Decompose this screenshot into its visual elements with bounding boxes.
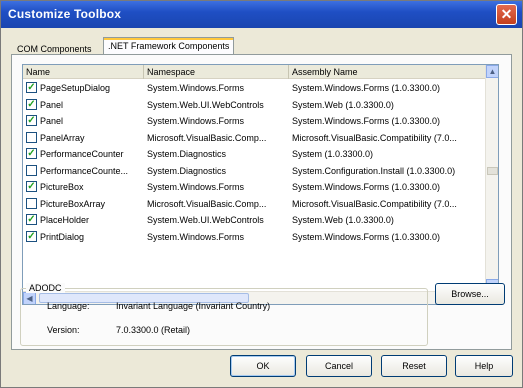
customize-toolbox-dialog: Customize Toolbox ✕ COM Components .NET … (0, 0, 523, 388)
title-bar[interactable]: Customize Toolbox ✕ (1, 1, 522, 28)
ok-button[interactable]: OK (230, 355, 296, 377)
scroll-up-icon[interactable]: ▲ (486, 65, 498, 78)
checkbox-unchecked[interactable] (26, 164, 37, 176)
help-button[interactable]: Help (455, 355, 513, 377)
vertical-scrollbar[interactable]: ▲ ▼ (485, 65, 498, 292)
close-button[interactable]: ✕ (496, 4, 517, 25)
column-header-namespace[interactable]: Namespace (144, 65, 289, 79)
cancel-button[interactable]: Cancel (306, 355, 372, 377)
browse-button[interactable]: Browse... (435, 283, 505, 305)
language-label: Language: (47, 301, 90, 311)
table-row[interactable]: ✓ PlaceHolder System.Web.UI.WebControls Sys… (23, 212, 487, 228)
group-title: ADODC (26, 283, 65, 293)
checkbox-checked[interactable]: ✓ (26, 115, 37, 126)
row-assembly: System (1.0.3300.0) (292, 149, 374, 159)
list-header: Name Namespace Assembly Name (23, 65, 487, 79)
version-value: 7.0.3300.0 (Retail) (116, 325, 191, 335)
row-namespace: System.Diagnostics (147, 149, 227, 159)
language-value: Invariant Language (Invariant Country) (116, 301, 271, 311)
table-row[interactable]: PictureBoxArray Microsoft.VisualBasic.Com… (23, 196, 487, 212)
tab-panel: Name Namespace Assembly Name ✓ PageSetupD… (11, 54, 512, 350)
row-assembly: System.Windows.Forms (1.0.3300.0) (292, 182, 441, 192)
row-name: PerformanceCounte... (40, 165, 129, 176)
row-name: PlaceHolder (40, 215, 90, 225)
checkbox-checked[interactable]: ✓ (26, 230, 37, 242)
checkbox-checked[interactable]: ✓ (26, 98, 37, 110)
row-assembly: Microsoft.VisualBasic.Compatibility (7.0… (292, 198, 457, 209)
checkbox-checked[interactable]: ✓ (26, 148, 37, 159)
checkbox-unchecked[interactable] (26, 197, 37, 209)
checkbox-checked[interactable]: ✓ (26, 181, 37, 192)
row-assembly: System.Web (1.0.3300.0) (292, 99, 394, 110)
row-name: PanelArray (40, 132, 85, 143)
row-namespace: System.Windows.Forms (147, 116, 245, 126)
table-row[interactable]: ✓ Panel System.Windows.Forms System.Windows… (23, 113, 487, 129)
row-assembly: System.Configuration.Install (1.0.3300.0… (292, 165, 456, 176)
checkbox-unchecked[interactable] (26, 131, 37, 143)
table-row[interactable]: ✓ PictureBox System.Windows.Forms System.Wi… (23, 179, 487, 195)
row-assembly: System.Windows.Forms (1.0.3300.0) (292, 231, 441, 242)
row-namespace: System.Web.UI.WebControls (147, 99, 264, 110)
close-icon: ✕ (500, 6, 513, 22)
row-name: Panel (40, 116, 64, 126)
table-row[interactable]: ✓ PageSetupDialog System.Windows.Forms Syst… (23, 80, 487, 96)
row-name: PageSetupDialog (40, 83, 111, 93)
table-row[interactable]: PanelArray Microsoft.VisualBasic.Comp... M… (23, 130, 487, 146)
row-namespace: Microsoft.VisualBasic.Comp... (147, 198, 267, 209)
column-header-assembly[interactable]: Assembly Name (289, 65, 487, 79)
reset-button[interactable]: Reset (381, 355, 447, 377)
window-title: Customize Toolbox (8, 7, 122, 21)
table-row[interactable]: ✓ PrintDialog System.Windows.Forms System.W… (23, 229, 487, 245)
row-namespace: System.Windows.Forms (147, 231, 245, 242)
row-namespace: Microsoft.VisualBasic.Comp... (147, 132, 267, 143)
row-namespace: System.Diagnostics (147, 165, 227, 176)
row-namespace: System.Web.UI.WebControls (147, 215, 264, 225)
checkbox-checked[interactable]: ✓ (26, 82, 37, 93)
row-assembly: System.Web (1.0.3300.0) (292, 215, 394, 225)
row-name: PictureBoxArray (40, 198, 106, 209)
components-list[interactable]: Name Namespace Assembly Name ✓ PageSetupD… (22, 64, 499, 305)
column-header-name[interactable]: Name (23, 65, 144, 79)
tab-net-framework-components[interactable]: .NET Framework Components (103, 37, 235, 55)
list-rows: ✓ PageSetupDialog System.Windows.Forms Syst… (23, 80, 487, 304)
vertical-scroll-thumb[interactable] (487, 167, 498, 175)
table-row[interactable]: ✓ PerformanceCounter System.Diagnostics Sys… (23, 146, 487, 162)
row-name: PrintDialog (40, 231, 85, 242)
version-label: Version: (47, 325, 80, 335)
table-row[interactable]: ✓ Panel System.Web.UI.WebControls System.We… (23, 97, 487, 113)
component-details-group: ADODC Language: Invariant Language (Inva… (20, 283, 428, 346)
checkbox-checked[interactable]: ✓ (26, 214, 37, 225)
row-namespace: System.Windows.Forms (147, 83, 245, 93)
table-row[interactable]: PerformanceCounte... System.Diagnostics Sy… (23, 163, 487, 179)
row-namespace: System.Windows.Forms (147, 182, 245, 192)
row-name: PerformanceCounter (40, 149, 124, 159)
row-assembly: System.Windows.Forms (1.0.3300.0) (292, 116, 441, 126)
row-name: Panel (40, 99, 64, 110)
row-name: PictureBox (40, 182, 84, 192)
row-assembly: Microsoft.VisualBasic.Compatibility (7.0… (292, 132, 457, 143)
row-assembly: System.Windows.Forms (1.0.3300.0) (292, 83, 441, 93)
